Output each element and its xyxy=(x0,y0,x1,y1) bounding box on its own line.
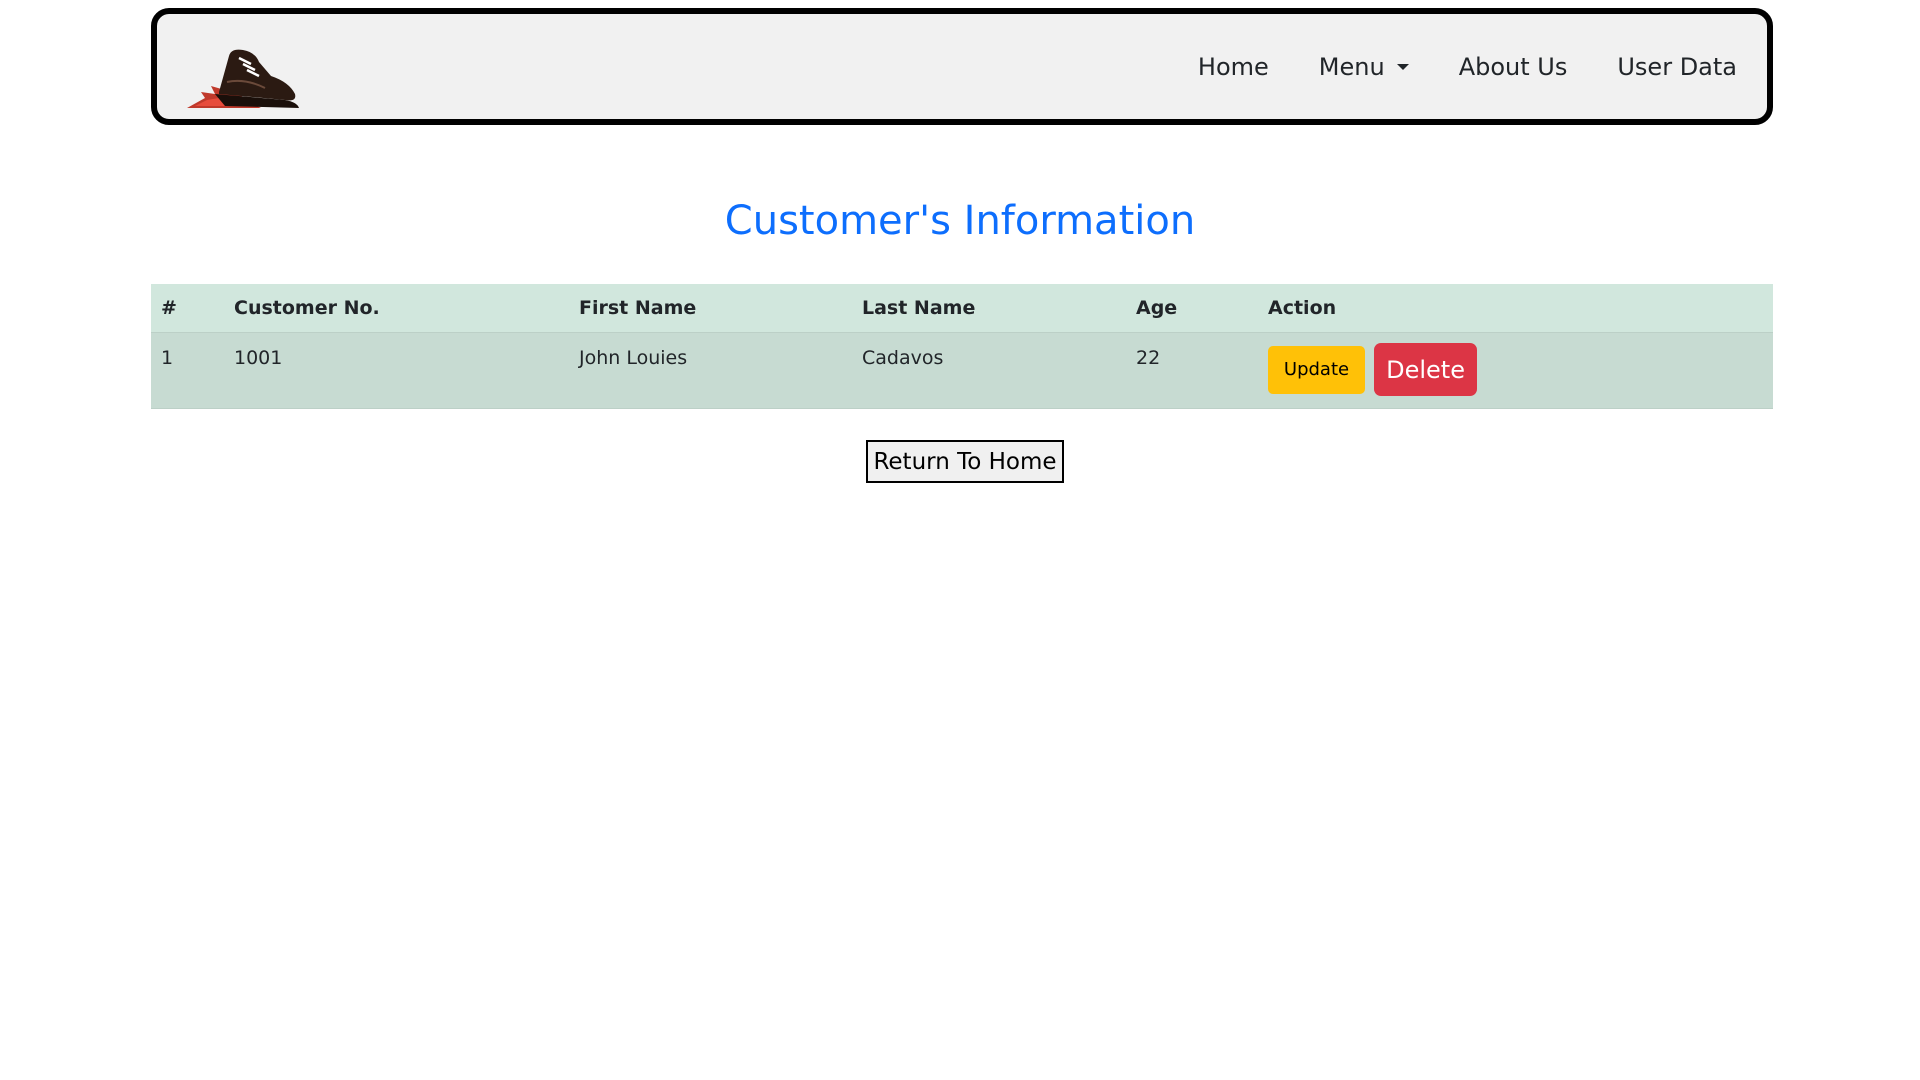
cell-action: Update Delete xyxy=(1258,332,1773,409)
nav-home-label: Home xyxy=(1197,52,1269,81)
header-index: # xyxy=(151,284,224,333)
cell-age: 22 xyxy=(1126,332,1258,409)
nav-user-data-label: User Data xyxy=(1617,52,1737,81)
cell-index: 1 xyxy=(151,332,224,409)
caret-down-icon xyxy=(1396,63,1409,70)
table-header-row: # Customer No. First Name Last Name Age … xyxy=(151,284,1773,333)
delete-button[interactable]: Delete xyxy=(1374,343,1478,396)
cell-last-name: Cadavos xyxy=(852,332,1126,409)
header-first-name: First Name xyxy=(569,284,852,333)
nav-about-us-link[interactable]: About Us xyxy=(1459,53,1568,81)
header-last-name: Last Name xyxy=(852,284,1126,333)
table-row: 1 1001 John Louies Cadavos 22 Update Del… xyxy=(151,332,1773,409)
header-age: Age xyxy=(1126,284,1258,333)
nav-home-link[interactable]: Home xyxy=(1198,53,1269,81)
nav-menu-label: Menu xyxy=(1318,52,1385,81)
nav-about-us-label: About Us xyxy=(1458,52,1568,81)
return-to-home-button[interactable]: Return To Home xyxy=(866,440,1064,483)
cell-first-name: John Louies xyxy=(569,332,852,409)
nav-links: Home Menu About Us User Data xyxy=(1198,14,1737,119)
running-shoe-logo-icon[interactable] xyxy=(185,42,303,112)
header-action: Action xyxy=(1258,284,1773,333)
header-customer-no: Customer No. xyxy=(224,284,569,333)
cell-customer-no: 1001 xyxy=(224,332,569,409)
nav-menu-dropdown[interactable]: Menu xyxy=(1319,53,1409,81)
nav-user-data-link[interactable]: User Data xyxy=(1617,53,1737,81)
update-button[interactable]: Update xyxy=(1268,345,1365,394)
customer-table: # Customer No. First Name Last Name Age … xyxy=(151,284,1773,409)
navbar: Home Menu About Us User Data xyxy=(151,8,1773,125)
page-title: Customer's Information xyxy=(724,198,1196,244)
